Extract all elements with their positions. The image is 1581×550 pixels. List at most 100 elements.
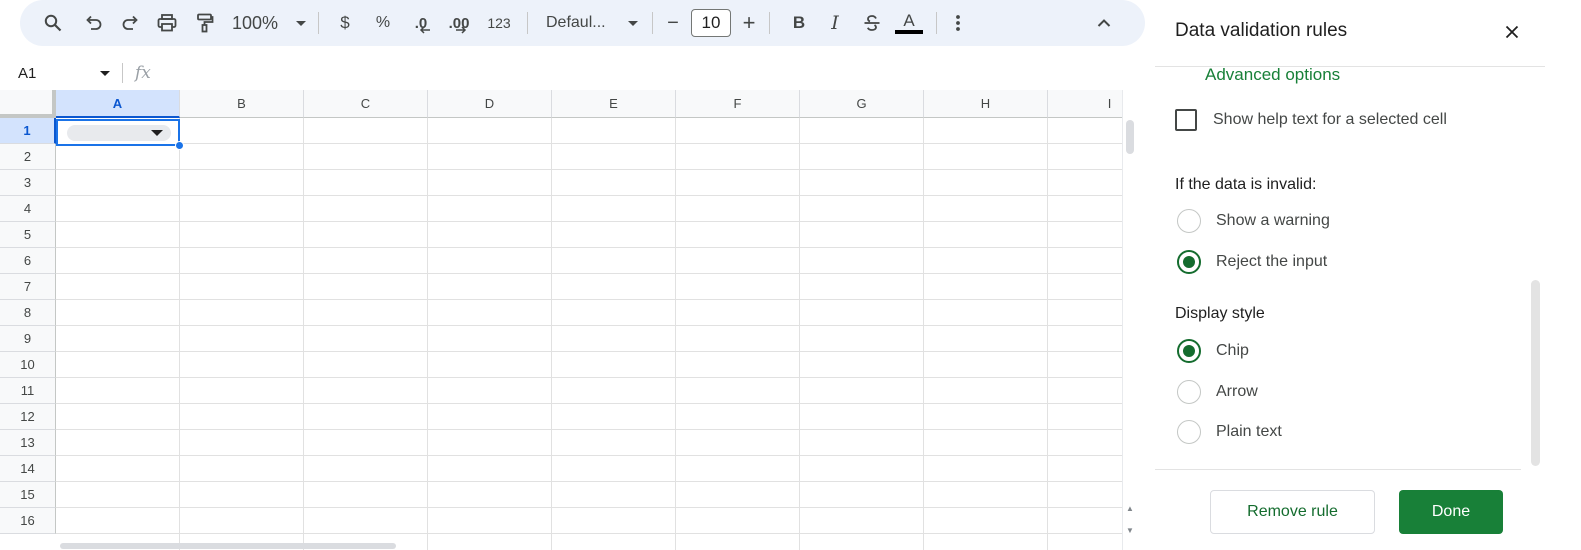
- search-icon[interactable]: [38, 8, 68, 38]
- percent-format-button[interactable]: %: [363, 8, 403, 38]
- radio-label: Plain text: [1216, 423, 1282, 440]
- row-header-11[interactable]: 11: [0, 378, 56, 404]
- radio-button-selected[interactable]: [1177, 339, 1201, 363]
- horizontal-scrollbar[interactable]: [56, 540, 1122, 550]
- column-header-e[interactable]: E: [552, 90, 676, 118]
- row-header-3[interactable]: 3: [0, 170, 56, 196]
- row-header-16[interactable]: 16: [0, 508, 56, 534]
- panel-divider: [1155, 469, 1521, 470]
- select-all-corner[interactable]: [0, 90, 56, 118]
- print-icon[interactable]: [148, 8, 186, 38]
- column-header-a[interactable]: A: [56, 90, 180, 118]
- radio-button[interactable]: [1177, 380, 1201, 404]
- column-header-d[interactable]: D: [428, 90, 552, 118]
- cell-area[interactable]: [56, 118, 1122, 550]
- active-cell-a1[interactable]: [56, 119, 180, 146]
- vertical-scrollbar-thumb[interactable]: [1126, 120, 1134, 154]
- close-icon[interactable]: [1500, 20, 1524, 44]
- row-header-13[interactable]: 13: [0, 430, 56, 456]
- more-vert-icon[interactable]: [945, 8, 971, 38]
- chevron-down-icon: [151, 130, 163, 136]
- row-header-9[interactable]: 9: [0, 326, 56, 352]
- dropdown-chip[interactable]: [67, 125, 171, 141]
- currency-format-button[interactable]: $: [327, 8, 363, 38]
- arrow-left-icon: [419, 26, 430, 34]
- bold-button[interactable]: B: [782, 8, 816, 38]
- help-text-checkbox[interactable]: [1175, 109, 1197, 131]
- text-color-swatch: [895, 30, 923, 34]
- font-value: Defaul...: [546, 14, 606, 31]
- row-header-12[interactable]: 12: [0, 404, 56, 430]
- data-validation-panel: Data validation rules Advanced options S…: [1155, 0, 1581, 550]
- paint-format-icon[interactable]: [186, 8, 224, 38]
- radio-label: Chip: [1216, 342, 1249, 359]
- toolbar-divider: [318, 12, 319, 34]
- radio-button-selected[interactable]: [1177, 250, 1201, 274]
- remove-rule-button[interactable]: Remove rule: [1210, 490, 1375, 534]
- row-header-5[interactable]: 5: [0, 222, 56, 248]
- column-header-h[interactable]: H: [924, 90, 1048, 118]
- more-formats-label: 123: [487, 15, 511, 31]
- column-header-b[interactable]: B: [180, 90, 304, 118]
- advanced-options-link[interactable]: Advanced options: [1205, 65, 1340, 85]
- toolbar-divider: [936, 12, 937, 34]
- row-header-4[interactable]: 4: [0, 196, 56, 222]
- row-header-1[interactable]: 1: [0, 118, 56, 144]
- radio-show-warning[interactable]: Show a warning: [1177, 209, 1330, 233]
- row-header-14[interactable]: 14: [0, 456, 56, 482]
- chevron-down-icon: [100, 70, 110, 76]
- scroll-down-icon[interactable]: ▼: [1126, 526, 1134, 535]
- currency-label: $: [340, 13, 350, 32]
- help-text-option[interactable]: Show help text for a selected cell: [1175, 109, 1447, 131]
- radio-arrow[interactable]: Arrow: [1177, 380, 1258, 404]
- column-header-f[interactable]: F: [676, 90, 800, 118]
- chevron-up-icon[interactable]: [1089, 8, 1119, 38]
- panel-scrollbar[interactable]: [1531, 280, 1540, 466]
- formula-divider: [122, 63, 123, 83]
- bold-label: B: [792, 13, 806, 32]
- vertical-scrollbar[interactable]: ▲ ▼: [1122, 90, 1137, 550]
- column-header-i[interactable]: I: [1048, 90, 1122, 118]
- fx-icon: fx: [135, 63, 151, 83]
- row-header-7[interactable]: 7: [0, 274, 56, 300]
- more-formats-button[interactable]: 123: [479, 8, 519, 38]
- radio-button[interactable]: [1177, 420, 1201, 444]
- italic-button[interactable]: I: [816, 8, 854, 38]
- chevron-down-icon: [296, 20, 307, 26]
- radio-plain-text[interactable]: Plain text: [1177, 420, 1282, 444]
- toolbar-divider: [652, 12, 653, 34]
- formula-row: A1 fx: [0, 57, 1137, 89]
- increase-font-size-button[interactable]: +: [737, 8, 761, 38]
- row-header-15[interactable]: 15: [0, 482, 56, 508]
- fill-handle[interactable]: [175, 141, 184, 150]
- decrease-decimal-button[interactable]: .0: [403, 8, 439, 38]
- scroll-up-icon[interactable]: ▲: [1126, 504, 1134, 513]
- font-select[interactable]: Defaul...: [536, 8, 644, 38]
- strikethrough-icon[interactable]: [854, 8, 890, 38]
- zoom-select[interactable]: 100%: [228, 8, 310, 38]
- increase-decimal-button[interactable]: .00: [439, 8, 479, 38]
- radio-chip[interactable]: Chip: [1177, 339, 1249, 363]
- row-header-10[interactable]: 10: [0, 352, 56, 378]
- radio-reject-input[interactable]: Reject the input: [1177, 250, 1327, 274]
- invalid-data-label: If the data is invalid:: [1175, 176, 1317, 193]
- decrease-font-size-button[interactable]: −: [661, 8, 685, 38]
- name-box[interactable]: A1: [0, 59, 122, 87]
- panel-title: Data validation rules: [1175, 20, 1348, 41]
- row-header-6[interactable]: 6: [0, 248, 56, 274]
- column-header-c[interactable]: C: [304, 90, 428, 118]
- formula-input[interactable]: [151, 59, 1137, 87]
- radio-label: Arrow: [1216, 383, 1258, 400]
- text-color-button[interactable]: A: [890, 8, 928, 38]
- toolbar-divider: [769, 12, 770, 34]
- font-size-input[interactable]: 10: [691, 9, 731, 37]
- column-header-g[interactable]: G: [800, 90, 924, 118]
- horizontal-scrollbar-thumb[interactable]: [60, 543, 396, 549]
- row-header-2[interactable]: 2: [0, 144, 56, 170]
- done-button[interactable]: Done: [1399, 490, 1503, 534]
- text-color-label: A: [903, 11, 915, 30]
- row-header-8[interactable]: 8: [0, 300, 56, 326]
- redo-icon[interactable]: [112, 8, 148, 38]
- radio-button[interactable]: [1177, 209, 1201, 233]
- undo-icon[interactable]: [76, 8, 112, 38]
